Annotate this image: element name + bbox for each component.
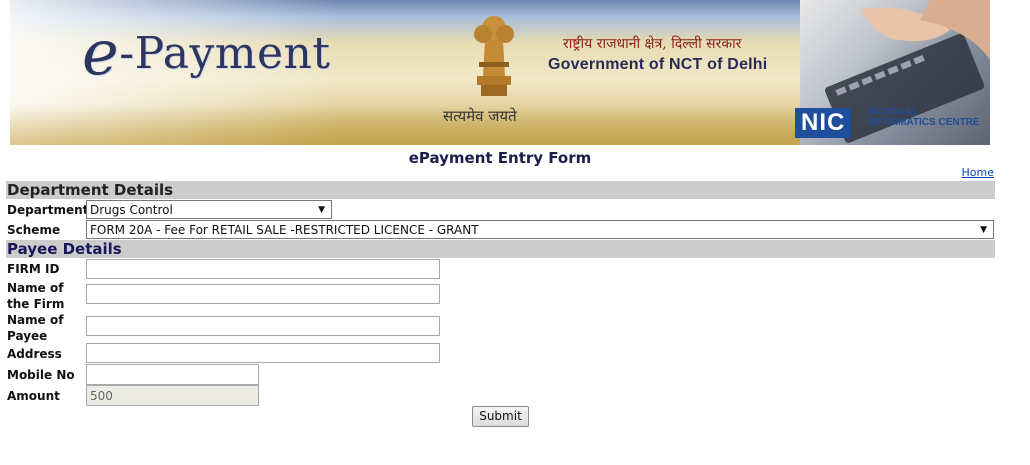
firm-id-label: FIRM ID	[7, 262, 60, 276]
mobile-label: Mobile No	[7, 368, 75, 382]
amount-field	[86, 385, 259, 406]
header-banner: e-Payment सत्यमेव जयते राष्ट्रीय राजधानी…	[10, 0, 990, 145]
payee-details-header: Payee Details	[6, 240, 995, 258]
nic-subtitle: NATIONAL INFORMATICS CENTRE	[867, 107, 980, 128]
mobile-input[interactable]	[86, 364, 259, 385]
submit-button[interactable]: Submit	[472, 406, 529, 427]
scheme-select[interactable]: FORM 20A - Fee For RETAIL SALE -RESTRICT…	[86, 220, 994, 239]
department-select[interactable]: Drugs Control ▼	[86, 200, 332, 219]
chevron-down-icon: ▼	[318, 204, 325, 215]
department-select-value: Drugs Control	[90, 202, 173, 217]
govt-hindi-title: राष्ट्रीय राजधानी क्षेत्र, दिल्ली सरकार	[563, 36, 742, 52]
scheme-label: Scheme	[7, 223, 61, 237]
govt-english-title: Government of NCT of Delhi	[548, 56, 768, 73]
amount-label: Amount	[7, 389, 60, 403]
payee-name-label: Name of Payee	[7, 313, 64, 343]
state-emblem-icon	[474, 16, 514, 96]
address-input[interactable]	[86, 343, 440, 363]
firm-id-input[interactable]	[86, 259, 440, 279]
form-title: ePayment Entry Form	[408, 149, 592, 167]
department-label: Department	[7, 203, 89, 217]
firm-name-input[interactable]	[86, 284, 440, 304]
motto-text: सत्यमेव जयते	[443, 107, 517, 125]
firm-name-label: Name of the Firm	[7, 281, 65, 311]
nic-logo: NIC NATIONAL INFORMATICS CENTRE	[795, 108, 980, 138]
payee-name-input[interactable]	[86, 316, 440, 336]
scheme-select-value: FORM 20A - Fee For RETAIL SALE -RESTRICT…	[90, 222, 479, 237]
epayment-logo: e-Payment	[82, 16, 331, 89]
address-label: Address	[7, 347, 62, 361]
chevron-down-icon: ▼	[980, 224, 987, 235]
department-details-header: Department Details	[6, 181, 995, 199]
home-link[interactable]: Home	[962, 166, 994, 179]
